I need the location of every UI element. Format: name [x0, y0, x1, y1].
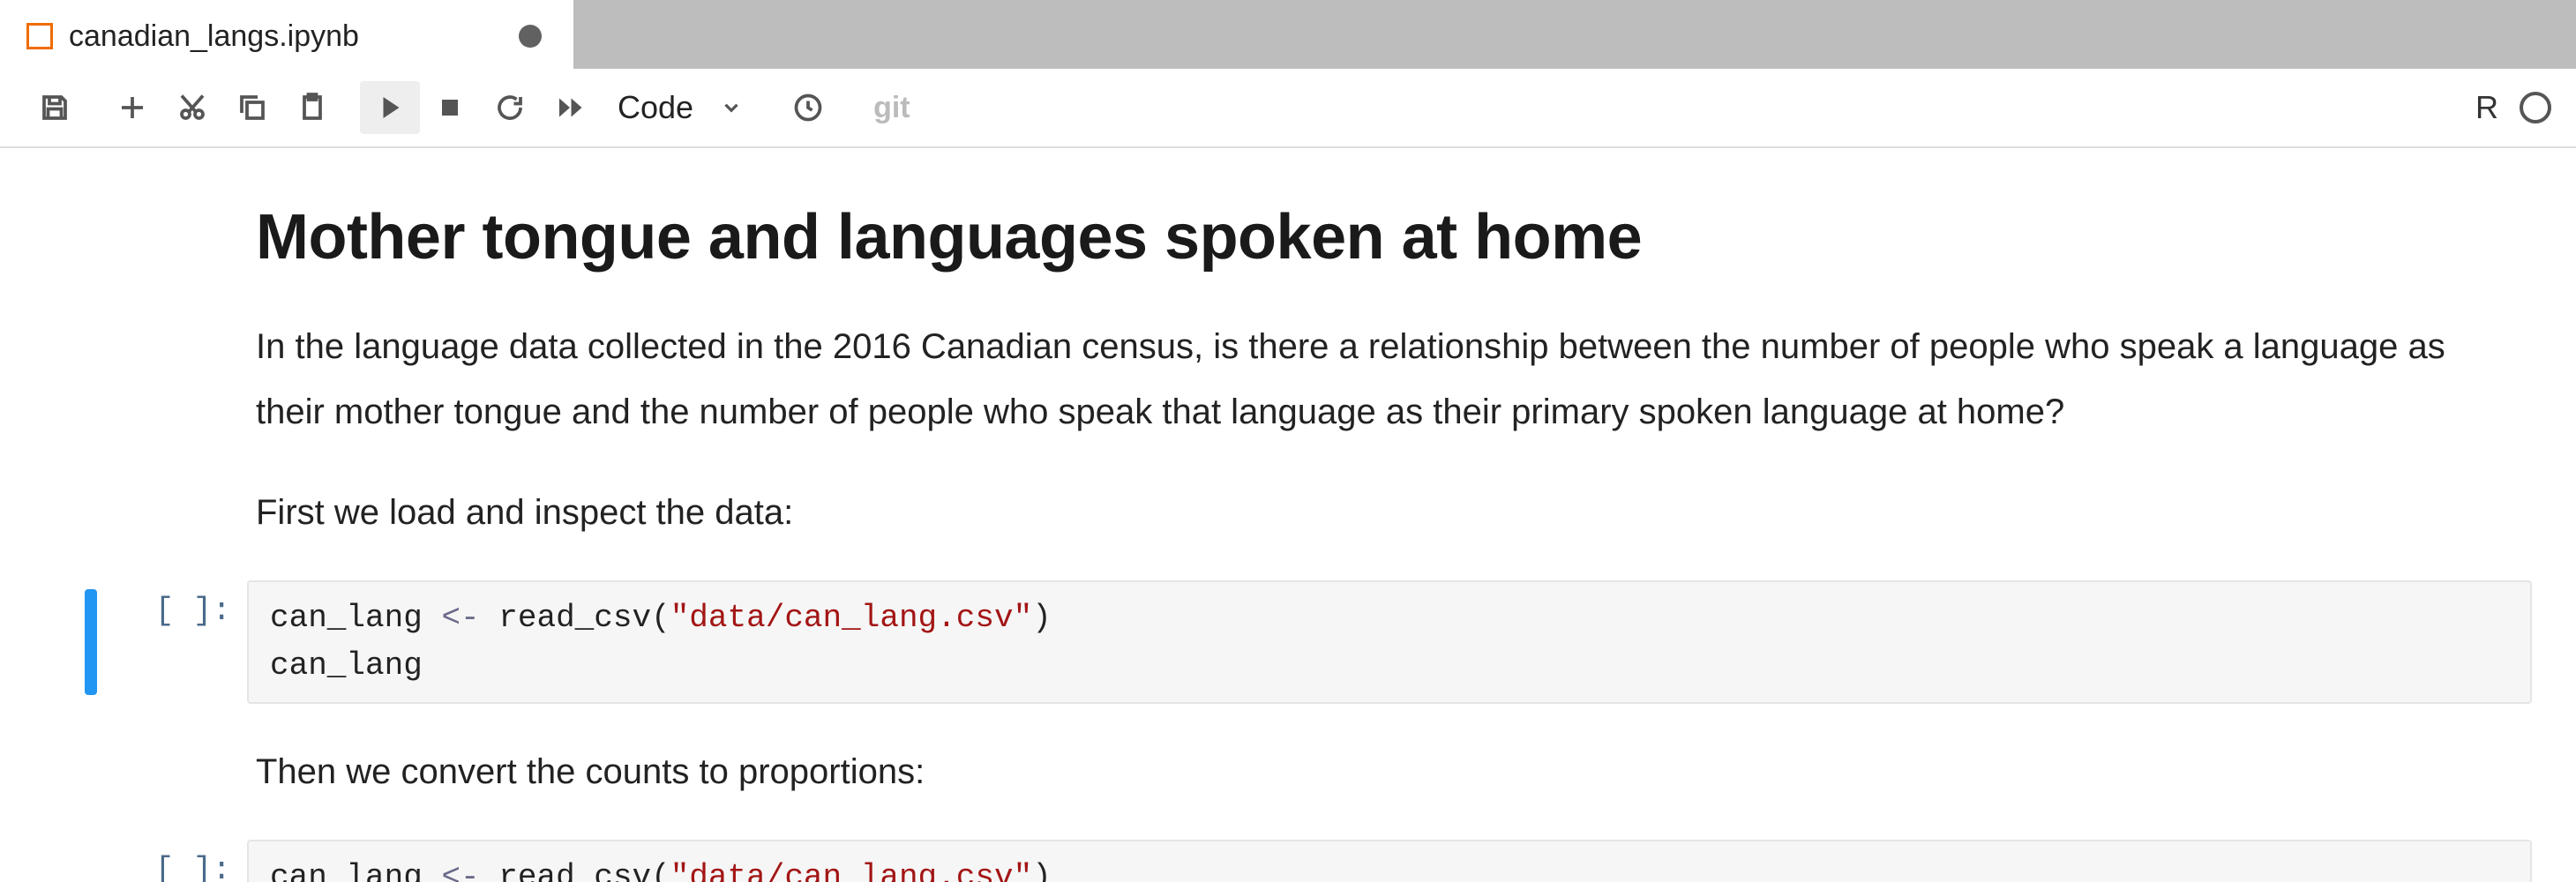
timing-button[interactable]	[778, 81, 838, 134]
code-input-area[interactable]: can_lang <- read_csv("data/can_lang.csv"…	[247, 580, 2532, 704]
cell-selection-gutter	[44, 580, 97, 695]
code-cell[interactable]: [ ]: can_lang <- read_csv("data/can_lang…	[44, 580, 2532, 704]
markdown-paragraph: Then we convert the counts to proportion…	[256, 739, 2514, 804]
markdown-paragraph: In the language data collected in the 20…	[256, 314, 2514, 445]
stop-icon	[434, 92, 466, 123]
input-prompt: [ ]:	[97, 840, 247, 882]
code-cell[interactable]: [ ]: can_lang <- read_csv("data/can_lang…	[44, 840, 2532, 882]
restart-icon	[494, 92, 526, 123]
cell-type-selector[interactable]: Code	[618, 89, 743, 126]
tab-bar: canadian_langs.ipynb	[0, 0, 2576, 69]
code-line: can_lang <- read_csv("data/can_lang.csv"…	[270, 594, 2509, 642]
code-line: can_lang	[270, 642, 2509, 690]
restart-kernel-button[interactable]	[480, 81, 540, 134]
clipboard-icon	[296, 92, 328, 123]
kernel-name[interactable]: R	[2475, 89, 2498, 126]
notebook-toolbar: Code git R	[0, 69, 2576, 148]
git-label[interactable]: git	[873, 91, 910, 125]
notebook-tab[interactable]: canadian_langs.ipynb	[0, 0, 573, 69]
save-icon	[39, 92, 71, 123]
cell-type-label: Code	[618, 89, 693, 126]
run-button[interactable]	[360, 81, 420, 134]
cut-button[interactable]	[162, 81, 222, 134]
input-prompt: [ ]:	[97, 580, 247, 629]
code-input-area[interactable]: can_lang <- read_csv("data/can_lang.csv"…	[247, 840, 2532, 882]
plus-icon	[116, 92, 148, 123]
paste-button[interactable]	[282, 81, 342, 134]
kernel-idle-icon[interactable]	[2520, 92, 2551, 123]
markdown-cell[interactable]: Then we convert the counts to proportion…	[256, 739, 2514, 804]
markdown-cell[interactable]: Mother tongue and languages spoken at ho…	[256, 201, 2514, 545]
notebook-body: Mother tongue and languages spoken at ho…	[0, 148, 2576, 882]
markdown-paragraph: First we load and inspect the data:	[256, 480, 2514, 545]
chevron-down-icon	[720, 96, 743, 119]
selected-cell-indicator	[85, 589, 97, 695]
clock-icon	[792, 92, 824, 123]
scissors-icon	[176, 92, 208, 123]
play-icon	[374, 92, 406, 123]
heading-h1: Mother tongue and languages spoken at ho…	[256, 201, 2514, 273]
fast-forward-icon	[554, 92, 586, 123]
insert-cell-button[interactable]	[102, 81, 162, 134]
copy-button[interactable]	[222, 81, 282, 134]
unsaved-changes-dot-icon	[519, 25, 542, 48]
code-line: can_lang <- read_csv("data/can_lang.csv"…	[270, 854, 2509, 882]
restart-run-all-button[interactable]	[540, 81, 600, 134]
tab-filename: canadian_langs.ipynb	[69, 19, 359, 54]
notebook-file-icon	[26, 23, 53, 49]
interrupt-button[interactable]	[420, 81, 480, 134]
copy-icon	[236, 92, 268, 123]
save-button[interactable]	[25, 81, 85, 134]
